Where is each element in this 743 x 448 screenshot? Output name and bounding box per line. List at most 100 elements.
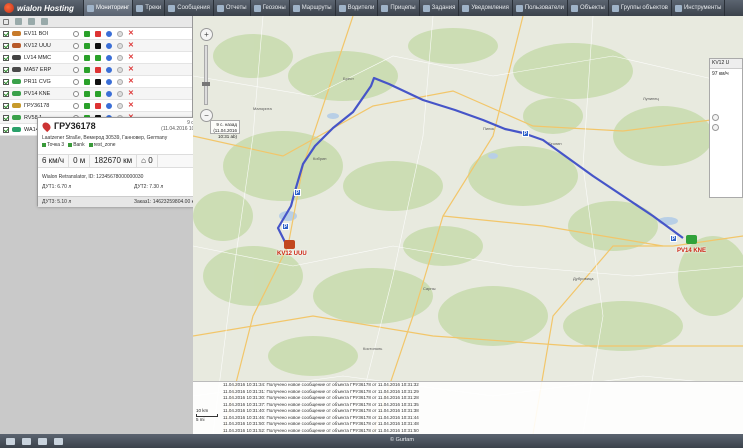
tab-jobs[interactable]: Задания bbox=[420, 0, 460, 16]
unit-marker-kv12[interactable] bbox=[284, 240, 295, 249]
zoom-slider-thumb[interactable] bbox=[202, 82, 210, 86]
tracks-icon bbox=[136, 4, 144, 12]
unit-row[interactable]: MA57 ERP ✕ bbox=[0, 64, 192, 76]
delete-icon[interactable]: ✕ bbox=[128, 102, 134, 109]
geofence-item: rest_zone bbox=[88, 142, 116, 148]
unit-visibility-checkbox[interactable] bbox=[3, 30, 9, 37]
tab-drivers[interactable]: Водители bbox=[336, 0, 379, 16]
monitoring-icon bbox=[87, 4, 94, 12]
counter-value: ⌂ 0 bbox=[137, 154, 158, 168]
sensor-state-icon bbox=[95, 102, 101, 109]
commands-icon[interactable] bbox=[117, 90, 123, 97]
unit-visibility-checkbox[interactable] bbox=[3, 114, 9, 121]
unit-row[interactable]: ГРУ36178 ✕ bbox=[0, 100, 192, 112]
unit-row[interactable]: LV14 MMC ✕ bbox=[0, 52, 192, 64]
unit-label-pv14: PV14 KNE bbox=[677, 248, 707, 254]
connection-state-icon bbox=[73, 54, 79, 61]
chat-icon[interactable] bbox=[6, 437, 15, 445]
tab-reports[interactable]: Отчеты bbox=[214, 0, 251, 16]
settings-icon[interactable] bbox=[41, 18, 48, 25]
parking-marker[interactable]: P bbox=[294, 189, 301, 196]
unit-row[interactable]: KV12 UUU ✕ bbox=[0, 40, 192, 52]
delete-icon[interactable]: ✕ bbox=[128, 54, 134, 61]
jobs-icon bbox=[422, 4, 430, 12]
town-label: Сарны bbox=[423, 286, 436, 291]
locate-icon[interactable] bbox=[106, 42, 112, 49]
unit-visibility-checkbox[interactable] bbox=[3, 90, 9, 97]
tab-tools[interactable]: Инструменты bbox=[672, 0, 726, 16]
unit-row[interactable]: PR11 CVG ✕ bbox=[0, 76, 192, 88]
filter-icon[interactable] bbox=[15, 18, 22, 25]
sort-icon[interactable] bbox=[28, 18, 35, 25]
commands-icon[interactable] bbox=[117, 54, 123, 61]
geofences-icon bbox=[253, 4, 261, 12]
unit-name: EV11 BOI bbox=[24, 30, 49, 37]
unit-visibility-checkbox[interactable] bbox=[3, 54, 9, 61]
locate-icon[interactable] bbox=[106, 78, 112, 85]
unit-visibility-checkbox[interactable] bbox=[3, 66, 9, 73]
geofence-icon bbox=[88, 142, 93, 147]
locate-icon[interactable] bbox=[106, 30, 112, 37]
zoom-slider[interactable] bbox=[202, 45, 210, 105]
zoom-in-button[interactable]: + bbox=[200, 28, 213, 41]
folder-icon[interactable] bbox=[38, 437, 47, 445]
bottom-toolbar: © Gurtam bbox=[0, 434, 743, 448]
top-navigation-bar: wialon Hosting Мониторинг Треки Сообщени… bbox=[0, 0, 743, 16]
parking-marker[interactable]: P bbox=[282, 223, 289, 230]
mail-icon[interactable] bbox=[22, 437, 31, 445]
commands-icon[interactable] bbox=[117, 78, 123, 85]
unit-row-icons: ✕ bbox=[73, 30, 134, 37]
unit-row[interactable]: PV14 KNE ✕ bbox=[0, 88, 192, 100]
select-all-checkbox[interactable] bbox=[3, 18, 9, 25]
delete-icon[interactable]: ✕ bbox=[128, 90, 134, 97]
tooltip-geofences: Точка 3 Bank rest_zone bbox=[42, 142, 116, 148]
layer-toggle-icon[interactable] bbox=[712, 124, 719, 131]
town-label: Лунинец bbox=[643, 96, 659, 101]
layer-toggle-icon[interactable] bbox=[712, 114, 719, 121]
unit-visibility-checkbox[interactable] bbox=[3, 102, 9, 109]
grid-icon[interactable] bbox=[54, 437, 63, 445]
tooltip-address: Laatzener Straße, Вемерод 30539, Ганнове… bbox=[42, 135, 168, 141]
sensor-state-icon bbox=[95, 30, 101, 37]
tab-tracks[interactable]: Треки bbox=[133, 0, 166, 16]
locate-icon[interactable] bbox=[106, 90, 112, 97]
commands-icon[interactable] bbox=[117, 102, 123, 109]
unit-marker-pv14[interactable] bbox=[686, 235, 697, 244]
unit-name: PV14 KNE bbox=[24, 90, 51, 97]
logo-text: wialon Hosting bbox=[17, 3, 74, 13]
unit-visibility-checkbox[interactable] bbox=[3, 42, 9, 49]
tab-users[interactable]: Пользователи bbox=[513, 0, 569, 16]
commands-icon[interactable] bbox=[117, 42, 123, 49]
commands-icon[interactable] bbox=[117, 66, 123, 73]
unit-car-icon bbox=[12, 115, 21, 120]
delete-icon[interactable]: ✕ bbox=[128, 78, 134, 85]
movement-state-icon bbox=[84, 54, 90, 61]
parking-marker[interactable]: P bbox=[522, 130, 529, 137]
tab-routes[interactable]: Маршруты bbox=[290, 0, 336, 16]
locate-icon[interactable] bbox=[106, 54, 112, 61]
tab-trailers[interactable]: Прицепы bbox=[378, 0, 420, 16]
tab-geofences[interactable]: Геозоны bbox=[251, 0, 290, 16]
commands-icon[interactable] bbox=[117, 30, 123, 37]
map-view[interactable]: Брест Кобрин Пинск Столин Малорита Лунин… bbox=[193, 16, 743, 434]
drivers-icon bbox=[338, 4, 346, 12]
tab-notifications[interactable]: Уведомления bbox=[459, 0, 513, 16]
delete-icon[interactable]: ✕ bbox=[128, 42, 134, 49]
locate-icon[interactable] bbox=[106, 102, 112, 109]
sensor-state-icon bbox=[95, 42, 101, 49]
unit-row[interactable]: EV11 BOI ✕ bbox=[0, 28, 192, 40]
app-logo[interactable]: wialon Hosting bbox=[0, 0, 84, 16]
unit-visibility-checkbox[interactable] bbox=[3, 78, 9, 85]
tab-monitoring[interactable]: Мониторинг bbox=[84, 0, 134, 16]
parking-marker[interactable]: P bbox=[670, 235, 677, 242]
sensor-state-icon bbox=[95, 66, 101, 73]
messages-icon bbox=[168, 4, 176, 12]
unit-visibility-checkbox[interactable] bbox=[3, 126, 9, 133]
delete-icon[interactable]: ✕ bbox=[128, 66, 134, 73]
tab-messages[interactable]: Сообщения bbox=[165, 0, 214, 16]
delete-icon[interactable]: ✕ bbox=[128, 30, 134, 37]
tab-unit-groups[interactable]: Группы объектов bbox=[609, 0, 672, 16]
unit-list-header bbox=[0, 16, 192, 28]
locate-icon[interactable] bbox=[106, 66, 112, 73]
tab-units[interactable]: Объекты bbox=[568, 0, 609, 16]
